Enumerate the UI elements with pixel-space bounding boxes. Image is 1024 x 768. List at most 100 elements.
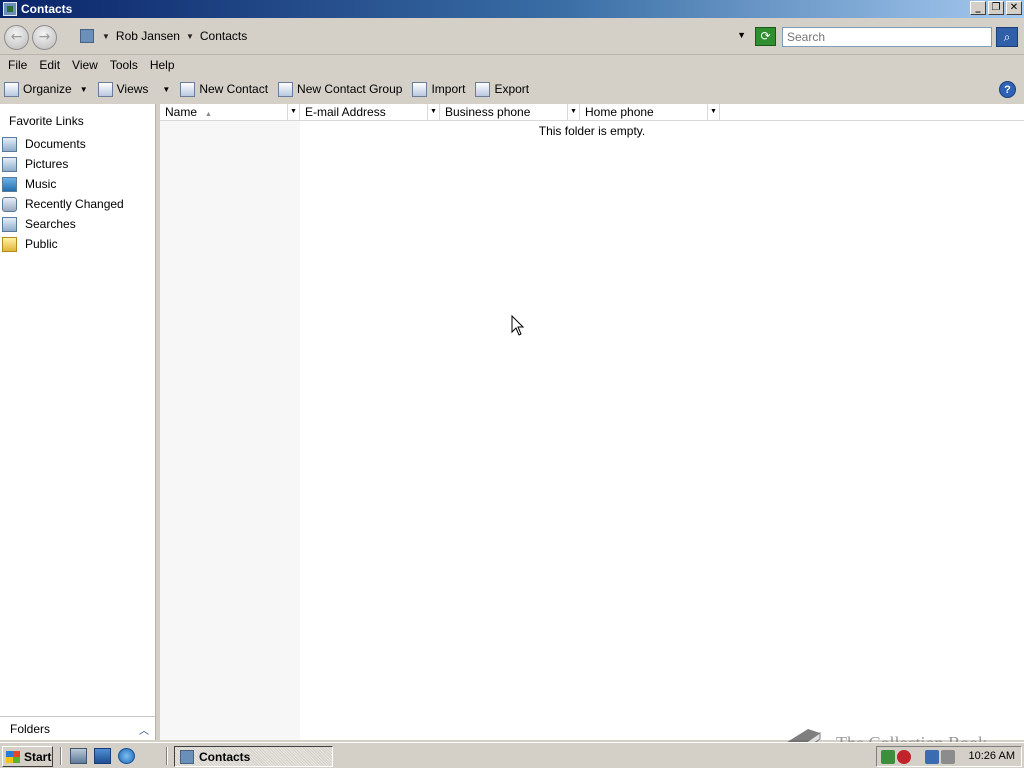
taskbar-separator (166, 747, 168, 765)
nav-link-documents[interactable]: Documents (2, 135, 86, 153)
nav-link-label: Searches (25, 217, 76, 231)
close-button[interactable]: ✕ (1006, 1, 1022, 15)
security-shield-icon[interactable] (881, 750, 895, 764)
restore-button[interactable]: ❐ (988, 1, 1004, 15)
taskbar-contacts-button[interactable]: Contacts (174, 746, 333, 767)
music-folder-icon (2, 176, 17, 192)
minimize-button[interactable]: _ (970, 1, 986, 15)
search-button[interactable]: ⌕ (996, 27, 1018, 47)
menu-help[interactable]: Help (144, 58, 181, 72)
column-filter-dropdown-icon[interactable]: ▼ (707, 104, 719, 120)
help-button[interactable]: ? (999, 81, 1016, 98)
folders-label: Folders (10, 721, 51, 736)
taskbar-separator (60, 747, 62, 765)
export-icon (475, 81, 491, 97)
new-contact-group-label: New Contact Group (297, 82, 403, 96)
documents-folder-icon (2, 136, 17, 152)
address-history-dropdown-icon[interactable]: ▼ (737, 30, 746, 40)
back-arrow-icon: ← (10, 29, 23, 45)
start-button[interactable]: Start (2, 746, 53, 767)
new-contact-button[interactable]: New Contact (180, 78, 268, 100)
new-contact-group-icon (278, 81, 294, 97)
new-contact-label: New Contact (199, 82, 269, 96)
file-list[interactable]: Name ▲ ▼ E-mail Address ▼ Business phone … (160, 104, 1024, 740)
search-input[interactable] (782, 27, 992, 47)
breadcrumb-chevron-icon[interactable]: ▼ (186, 32, 194, 41)
forward-button[interactable]: → (32, 25, 57, 50)
views-label: Views (116, 82, 149, 96)
taskbar-contacts-label: Contacts (199, 749, 251, 764)
sorted-column-highlight (160, 121, 300, 740)
internet-explorer-icon[interactable] (118, 748, 135, 764)
favorite-links-header: Favorite Links (9, 114, 84, 128)
column-filter-dropdown-icon[interactable]: ▼ (427, 104, 439, 120)
column-filter-dropdown-icon[interactable]: ▼ (567, 104, 579, 120)
organize-icon (4, 81, 19, 97)
recently-changed-icon (2, 196, 17, 212)
organize-button[interactable]: Organize ▼ (4, 78, 88, 100)
views-button[interactable]: Views ▼ (97, 78, 170, 100)
nav-link-label: Recently Changed (25, 197, 124, 211)
breadcrumb-chevron-icon[interactable]: ▼ (102, 32, 110, 41)
nav-link-label: Pictures (25, 157, 69, 171)
organize-dropdown-icon: ▼ (79, 84, 88, 94)
menu-tools[interactable]: Tools (104, 58, 144, 72)
export-label: Export (494, 82, 530, 96)
refresh-icon: ⟳ (760, 29, 771, 43)
nav-link-searches[interactable]: Searches (2, 215, 76, 233)
column-header-name[interactable]: Name ▲ ▼ (160, 104, 300, 121)
import-button[interactable]: Import (412, 78, 465, 100)
menu-edit[interactable]: Edit (33, 58, 66, 72)
address-toolbar: ← → ▼ Rob Jansen ▼ Contacts ▼ ⟳ ⌕ (0, 18, 1024, 55)
nav-link-label: Documents (25, 137, 86, 151)
nav-link-pictures[interactable]: Pictures (2, 155, 68, 173)
system-tray: 10:26 AM (876, 746, 1022, 767)
nav-link-label: Music (25, 177, 57, 191)
start-label: Start (24, 749, 52, 764)
sort-ascending-icon: ▲ (205, 111, 212, 118)
empty-folder-message: This folder is empty. (538, 124, 646, 138)
nav-link-public[interactable]: Public (2, 235, 58, 253)
column-header-email[interactable]: E-mail Address ▼ (300, 104, 440, 121)
pictures-folder-icon (2, 156, 17, 172)
new-contact-group-button[interactable]: New Contact Group (278, 78, 402, 100)
import-icon (412, 81, 428, 97)
column-header-business-phone[interactable]: Business phone ▼ (440, 104, 580, 121)
nav-link-music[interactable]: Music (2, 175, 56, 193)
windows-flag-icon (6, 750, 20, 763)
volume-muted-icon[interactable] (941, 750, 955, 764)
antivirus-alert-icon[interactable] (897, 750, 911, 764)
views-icon (97, 81, 113, 97)
folders-toggle[interactable]: Folders ︿ (0, 716, 155, 740)
searches-folder-icon (2, 216, 17, 232)
import-label: Import (431, 82, 466, 96)
contacts-app-icon (3, 2, 17, 16)
menu-view[interactable]: View (66, 58, 104, 72)
export-button[interactable]: Export (475, 78, 529, 100)
title-bar: Contacts _ ❐ ✕ (0, 0, 1024, 18)
nav-link-recently-changed[interactable]: Recently Changed (2, 195, 124, 213)
refresh-button[interactable]: ⟳ (755, 27, 776, 46)
show-desktop-icon[interactable] (94, 748, 111, 764)
mouse-pointer-icon (511, 315, 525, 336)
window-controls: _ ❐ ✕ (970, 1, 1022, 15)
menu-bar: File Edit View Tools Help (0, 55, 1024, 75)
breadcrumb-contacts[interactable]: Contacts (200, 29, 247, 43)
column-filter-dropdown-icon[interactable]: ▼ (287, 104, 299, 120)
network-icon[interactable] (925, 750, 939, 764)
chevron-up-icon: ︿ (139, 726, 149, 737)
clock[interactable]: 10:26 AM (969, 750, 1015, 762)
breadcrumb-rob-jansen[interactable]: Rob Jansen (116, 29, 180, 43)
menu-file[interactable]: File (2, 58, 33, 72)
column-header-home-phone[interactable]: Home phone ▼ (580, 104, 720, 121)
command-bar: Organize ▼ Views ▼ New Contact New Conta… (0, 76, 1024, 102)
window-title: Contacts (21, 2, 73, 16)
forward-arrow-icon: → (38, 29, 51, 45)
views-dropdown-icon[interactable]: ▼ (162, 85, 170, 94)
server-manager-icon[interactable] (70, 748, 87, 764)
back-button[interactable]: ← (4, 25, 29, 50)
magnifier-icon: ⌕ (1003, 30, 1011, 44)
new-contact-icon (180, 81, 196, 97)
nav-link-label: Public (25, 237, 58, 251)
address-bar[interactable]: ▼ Rob Jansen ▼ Contacts ▼ (74, 25, 752, 47)
